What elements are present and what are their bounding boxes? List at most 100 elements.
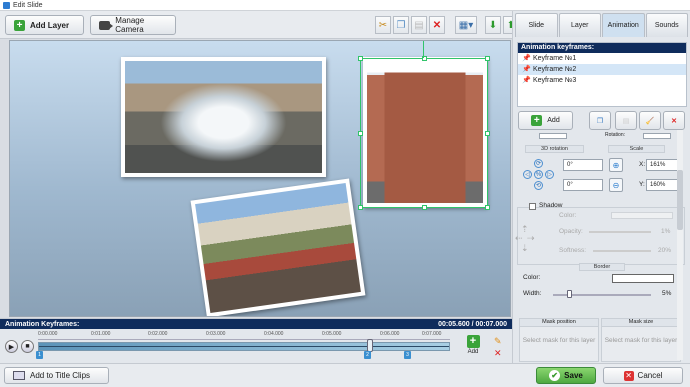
- play-button[interactable]: ▶: [5, 340, 18, 353]
- cancel-button[interactable]: ✕ Cancel: [603, 367, 683, 384]
- paste-button[interactable]: ▤: [411, 16, 427, 34]
- delete-keyframe-panel-button[interactable]: ✕: [663, 111, 685, 130]
- keyframe-marker[interactable]: 2: [364, 351, 371, 359]
- timeline-line: [39, 346, 449, 347]
- properties-tabs: Slide Layer Animation Sounds: [515, 13, 689, 37]
- paste-keyframe-button[interactable]: ▤: [615, 111, 637, 130]
- zoom-in-icon[interactable]: ⊕: [609, 158, 623, 172]
- close-icon: ✕: [623, 370, 634, 381]
- border-color-label: Color:: [523, 274, 541, 281]
- pencil-icon: ✎: [494, 336, 502, 346]
- add-keyframe-button[interactable]: + Add: [464, 335, 482, 359]
- border-width-label: Width:: [523, 290, 542, 297]
- clear-keyframe-button[interactable]: 🧹: [639, 111, 661, 130]
- tab-layer[interactable]: Layer: [558, 13, 601, 37]
- rotation-x-input[interactable]: 0°: [563, 159, 603, 171]
- add-layer-button[interactable]: + Add Layer: [5, 15, 84, 35]
- shadow-label: Shadow: [539, 202, 563, 209]
- rotation-label: Rotation:: [605, 132, 626, 138]
- keyframes-panel: Animation Keyframes: 00:05.600 / 00:07.0…: [0, 318, 512, 363]
- close-icon: ✕: [432, 19, 442, 31]
- shadow-softness-label: Softness:: [559, 247, 587, 254]
- keyframe-list-item[interactable]: 📌 Keyframe №1: [518, 53, 686, 64]
- resize-handle-br[interactable]: [485, 205, 490, 210]
- manage-camera-button[interactable]: Manage Camera: [90, 15, 176, 35]
- stop-button[interactable]: ■: [21, 340, 34, 353]
- selection-frame[interactable]: [358, 56, 490, 210]
- paste-icon: ▤: [414, 19, 424, 31]
- scale-x-input[interactable]: 161%: [646, 159, 680, 171]
- keyframe-list-item[interactable]: 📌 Keyframe №2: [518, 64, 686, 75]
- save-label: Save: [564, 371, 583, 380]
- align-dropdown-button[interactable]: ▦▾: [455, 16, 477, 34]
- rotation-input-partial[interactable]: [539, 133, 567, 139]
- plus-icon: +: [14, 19, 25, 31]
- add-to-title-clips-button[interactable]: Add to Title Clips: [4, 367, 109, 384]
- tab-sounds[interactable]: Sounds: [645, 13, 688, 37]
- resize-handle-bottom[interactable]: [422, 205, 427, 210]
- rotation-y-value: 0°: [567, 182, 573, 188]
- shadow-direction-down-icon: ⇣: [521, 243, 529, 253]
- shadow-opacity-value: 1%: [661, 228, 671, 235]
- delete-keyframe-button[interactable]: ✕: [494, 348, 502, 359]
- shadow-opacity-slider[interactable]: [589, 231, 651, 233]
- properties-scrollbar[interactable]: [677, 130, 683, 360]
- edit-keyframe-button[interactable]: ✎: [494, 336, 502, 347]
- rotation-3d-header: 3D rotation: [525, 145, 584, 153]
- ruler-tick: 0:00.000: [38, 331, 58, 337]
- border-width-knob[interactable]: [567, 290, 572, 298]
- add-keyframe-panel-label: Add: [547, 117, 560, 124]
- crowd-photo-layer[interactable]: [190, 178, 366, 316]
- time-display: 00:05.600 / 00:07.000: [438, 320, 507, 328]
- mask-position-box[interactable]: Mask position Select mask for this layer: [519, 318, 599, 362]
- copy-icon: ❐: [396, 19, 406, 31]
- shadow-opacity-label: Opacity:: [559, 228, 583, 235]
- rotation-y-input[interactable]: 0°: [563, 179, 603, 191]
- slide-canvas[interactable]: [9, 40, 511, 317]
- fountain-photo-layer[interactable]: [121, 57, 326, 177]
- shadow-color-swatch[interactable]: [611, 212, 673, 219]
- resize-handle-tl[interactable]: [358, 56, 363, 61]
- copy-button[interactable]: ❐: [393, 16, 409, 34]
- ruler-tick: 0:05.000: [322, 331, 342, 337]
- rotate-right-icon: ▷: [545, 170, 554, 179]
- add-keyframe-panel-button[interactable]: + Add: [518, 111, 573, 130]
- cancel-label: Cancel: [637, 371, 663, 380]
- keyframe-marker[interactable]: 1: [36, 351, 43, 359]
- resize-handle-bl[interactable]: [358, 205, 363, 210]
- bottom-bar: Add to Title Clips ✔ Save ✕ Cancel: [0, 363, 690, 387]
- mask-size-box[interactable]: Mask size Select mask for this layer: [601, 318, 681, 362]
- resize-handle-tr[interactable]: [485, 56, 490, 61]
- zoom-out-icon[interactable]: ⊖: [609, 178, 623, 192]
- copy-keyframe-button[interactable]: ❐: [589, 111, 611, 130]
- tab-slide[interactable]: Slide: [515, 13, 558, 37]
- keyframe-label: Keyframe №2: [533, 66, 577, 73]
- timeline-track[interactable]: [38, 342, 450, 351]
- stop-icon: ■: [25, 343, 30, 350]
- shadow-checkbox[interactable]: [529, 203, 536, 210]
- tab-animation[interactable]: Animation: [602, 13, 645, 37]
- keyframe-list-item[interactable]: 📌 Keyframe №3: [518, 75, 686, 86]
- scrollbar-thumb[interactable]: [677, 170, 683, 230]
- shadow-softness-slider[interactable]: [593, 250, 651, 252]
- keyframes-list-header: Animation keyframes:: [518, 43, 686, 53]
- timeline-ruler: 0:00.000 0:01.000 0:02.000 0:03.000 0:04…: [38, 331, 450, 340]
- rotation-2-input-partial[interactable]: [643, 133, 671, 139]
- mask-position-header: Mask position: [520, 319, 598, 327]
- move-down-button[interactable]: ⬇: [485, 16, 501, 34]
- ruler-tick: 0:07.000: [422, 331, 442, 337]
- delete-layer-button[interactable]: ✕: [429, 16, 445, 34]
- save-button[interactable]: ✔ Save: [536, 367, 596, 384]
- scale-y-input[interactable]: 160%: [646, 179, 680, 191]
- pin-icon: 📌: [522, 77, 531, 84]
- copy-icon: ❐: [596, 117, 604, 125]
- clip-icon: [13, 371, 25, 380]
- plus-icon: +: [531, 115, 543, 126]
- border-color-swatch[interactable]: [612, 274, 674, 283]
- properties-panel: Slide Layer Animation Sounds Animation k…: [512, 11, 690, 363]
- resize-handle-right[interactable]: [485, 131, 490, 136]
- cut-button[interactable]: ✂: [375, 16, 391, 34]
- resize-handle-left[interactable]: [358, 131, 363, 136]
- keyframe-marker[interactable]: 3: [404, 351, 411, 359]
- keyframes-header: Animation Keyframes: 00:05.600 / 00:07.0…: [0, 319, 512, 329]
